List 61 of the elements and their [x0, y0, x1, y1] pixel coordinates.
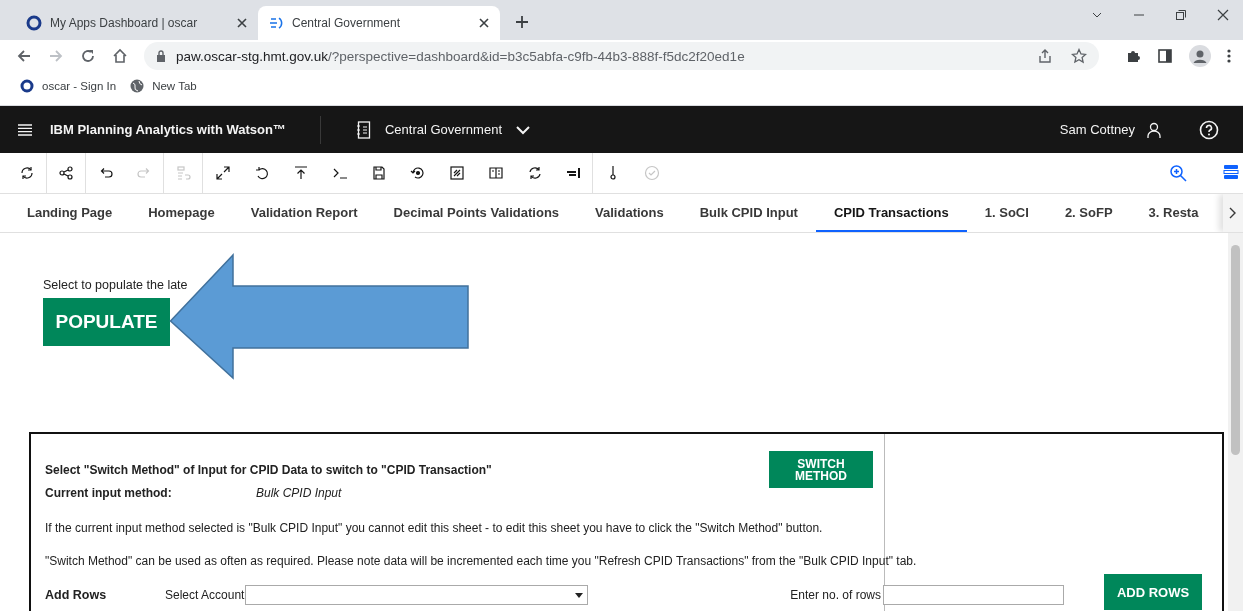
- help-icon[interactable]: [1199, 119, 1219, 140]
- field-label: Enter no. of rows: [790, 588, 881, 602]
- browser-tab[interactable]: Central Government: [258, 6, 500, 40]
- close-icon[interactable]: [1217, 9, 1229, 21]
- field-value: Bulk CPID Input: [256, 486, 342, 502]
- section-label: Add Rows: [45, 588, 108, 602]
- sheet-tab[interactable]: Homepage: [130, 194, 233, 232]
- lock-icon: [156, 50, 166, 62]
- sheet-tab[interactable]: Validations: [577, 194, 682, 232]
- puzzle-icon[interactable]: [1125, 48, 1141, 64]
- user-icon[interactable]: [1147, 121, 1161, 138]
- note-text: "Switch Method" can be used as often as required. Please note data will be incremented each time you "Refresh CPID Transactions" from the "Bulk CPID Input" tab.: [45, 554, 918, 570]
- app-title: IBM Planning Analytics with Watson™: [32, 115, 321, 144]
- notebook-icon: [356, 120, 371, 139]
- home-icon[interactable]: [112, 48, 128, 64]
- populate-hint: Select to populate the late: [43, 278, 189, 294]
- avatar-icon[interactable]: [1189, 45, 1211, 67]
- scrollbar[interactable]: [1228, 233, 1243, 611]
- field-label: Select Account: [165, 588, 245, 602]
- field-label: Current input method:: [45, 486, 173, 502]
- browser-tab[interactable]: My Apps Dashboard | oscar: [16, 6, 258, 40]
- note-text: If the current input method selected is "Bulk CPID Input" you cannot edit this sheet - to edit this sheet you have to click the "Switch Method" button.: [45, 521, 824, 537]
- plus-icon[interactable]: [514, 14, 530, 30]
- back-icon[interactable]: [16, 48, 32, 64]
- address-bar[interactable]: paw.oscar-stg.hmt.gov.uk/?perspective=dashboard&id=b3c5abfa-c9fb-44b3-888f-f5dc2f20ed1e: [144, 42, 1099, 70]
- scrollbar-thumb[interactable]: [1231, 245, 1240, 455]
- more-icon[interactable]: [1227, 48, 1231, 64]
- ring-icon: [26, 15, 42, 31]
- panels-icon[interactable]: [1223, 164, 1239, 180]
- dropdown-caret-icon: [575, 592, 584, 598]
- add-rows-button[interactable]: ADD ROWS: [1104, 574, 1202, 610]
- chevron-right-icon: [1229, 207, 1237, 219]
- workbook-selector[interactable]: Central Government: [350, 119, 536, 140]
- sheet-tab[interactable]: Validation Report: [232, 194, 376, 232]
- populate-button[interactable]: POPULATE: [43, 298, 170, 346]
- sheet-tab[interactable]: Landing Page: [0, 194, 131, 232]
- rows-input[interactable]: [883, 585, 1064, 605]
- sheet-tab[interactable]: 2. SoFP: [1046, 194, 1131, 232]
- close-icon[interactable]: [478, 17, 490, 29]
- reload-icon[interactable]: [80, 48, 96, 64]
- bookmark[interactable]: New Tab: [130, 79, 197, 93]
- sheet-tab[interactable]: 3. Resta: [1130, 194, 1217, 232]
- star-icon[interactable]: [1071, 48, 1087, 64]
- restore-icon[interactable]: [1175, 9, 1187, 21]
- globe-icon: [130, 79, 145, 93]
- sheet-tab[interactable]: 1. SoCI: [966, 194, 1047, 232]
- page-icon: [268, 15, 284, 31]
- sheet-tab[interactable]: Decimal Points Validations: [375, 194, 578, 232]
- panel-heading: Select "Switch Method" of Input for CPID Data to switch to "CPID Transaction": [45, 462, 493, 477]
- menu-icon[interactable]: [18, 123, 32, 136]
- user-name[interactable]: Sam Cottney: [1059, 122, 1135, 137]
- sheet-tab[interactable]: Bulk CPID Input: [681, 194, 816, 232]
- switch-method-button[interactable]: SWITCH METHOD: [769, 451, 873, 488]
- chevron-down-icon: [516, 124, 530, 135]
- zoom-in-icon[interactable]: [1169, 164, 1187, 182]
- share-icon[interactable]: [1037, 48, 1053, 64]
- sheet-tab[interactable]: CPID Transactions: [815, 194, 967, 232]
- bookmark[interactable]: oscar - Sign In: [20, 79, 117, 93]
- sidebar-icon[interactable]: [1157, 48, 1173, 64]
- ring-icon: [20, 79, 34, 93]
- close-icon[interactable]: [236, 17, 248, 29]
